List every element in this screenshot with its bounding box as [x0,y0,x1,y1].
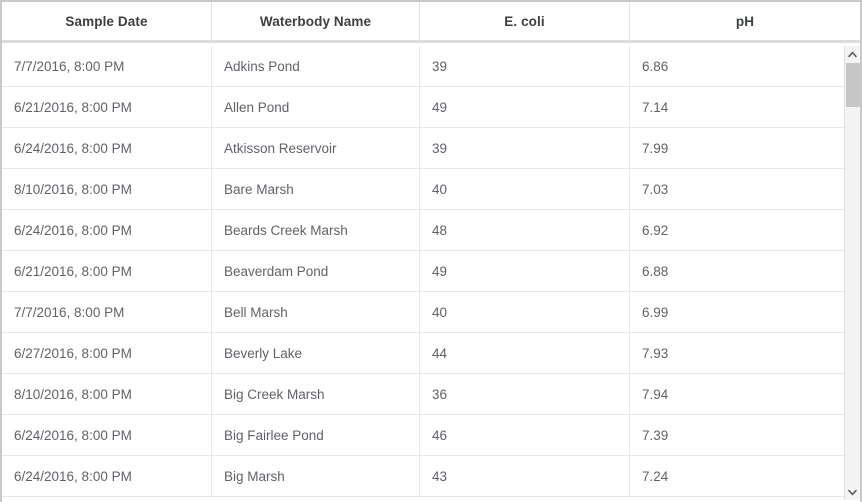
cell-sample_date: 6/21/2016, 8:00 PM [2,87,212,127]
cell-sample_date: 8/10/2016, 8:00 PM [2,169,212,209]
table-row[interactable]: 8/10/2016, 8:00 PM Big Creek Marsh 36 7.94 [2,374,860,415]
table-row[interactable]: 6/24/2016, 8:00 PM Big Marsh 43 7.24 [2,456,860,497]
column-header-waterbody-name[interactable]: Waterbody Name [212,2,420,40]
cell-ph: 7.94 [642,386,669,402]
cell-waterbody_name: Beards Creek Marsh [212,210,420,250]
cell-waterbody_name: Beaverdam Pond [212,251,420,291]
cell-e_coli: 40 [420,292,630,332]
cell-ph: 7.93 [642,345,669,361]
cell-ph: 6.99 [642,304,669,320]
cell-waterbody_name: Atkisson Reservoir [212,128,420,168]
table-row[interactable]: 6/21/2016, 8:00 PM Allen Pond 49 7.14 [2,87,860,128]
cell-ph: 7.24 [642,468,669,484]
cell-e_coli: 39 [420,128,630,168]
cell-sample_date: 6/21/2016, 8:00 PM [2,251,212,291]
cell-e_coli: 49 [420,251,630,291]
cell-waterbody_name: Allen Pond [212,87,420,127]
cell-sample_date: 6/24/2016, 8:00 PM [2,415,212,455]
table-header-row: Sample Date Waterbody Name E. coli pH [2,2,860,43]
table-row[interactable]: 6/24/2016, 8:00 PM Beards Creek Marsh 48 6.… [2,210,860,251]
cell-e_coli: 44 [420,333,630,373]
chevron-up-icon [848,51,857,58]
cell-ph: 7.99 [642,140,669,156]
cell-sample_date: 6/24/2016, 8:00 PM [2,456,212,496]
cell-sample_date: 6/24/2016, 8:00 PM [2,210,212,250]
cell-e_coli: 49 [420,87,630,127]
table-row[interactable]: 6/27/2016, 8:00 PM Beverly Lake 44 7.93 [2,333,860,374]
cell-waterbody_name: Beverly Lake [212,333,420,373]
table-row[interactable]: 7/7/2016, 8:00 PM Adkins Pond 39 6.86 [2,46,860,87]
cell-ph: 7.14 [642,99,669,115]
data-grid-panel: Sample Date Waterbody Name E. coli pH 7/… [0,0,862,502]
cell-e_coli: 39 [420,46,630,86]
vertical-scrollbar[interactable] [844,46,860,500]
cell-e_coli: 48 [420,210,630,250]
table-body[interactable]: 7/7/2016, 8:00 PM Adkins Pond 39 6.86 6/21/2… [2,46,860,500]
chevron-down-icon [848,489,857,496]
cell-waterbody_name: Big Marsh [212,456,420,496]
table-row[interactable]: 6/21/2016, 8:00 PM Beaverdam Pond 49 6.88 [2,251,860,292]
cell-sample_date: 6/27/2016, 8:00 PM [2,333,212,373]
column-header-ph[interactable]: pH [630,2,860,40]
table-row[interactable]: 7/7/2016, 8:00 PM Bell Marsh 40 6.99 [2,292,860,333]
cell-sample_date: 7/7/2016, 8:00 PM [2,46,212,86]
cell-waterbody_name: Big Fairlee Pond [212,415,420,455]
cell-waterbody_name: Big Creek Marsh [212,374,420,414]
cell-ph: 7.39 [642,427,669,443]
cell-e_coli: 43 [420,456,630,496]
scrollbar-thumb[interactable] [846,63,860,107]
cell-ph: 6.88 [642,263,669,279]
column-header-sample-date[interactable]: Sample Date [2,2,212,40]
table-row[interactable]: 6/24/2016, 8:00 PM Atkisson Reservoir 39 7.… [2,128,860,169]
cell-ph: 6.92 [642,222,669,238]
table-row[interactable]: 8/10/2016, 8:00 PM Bare Marsh 40 7.03 [2,169,860,210]
scroll-down-button[interactable] [845,484,860,500]
cell-waterbody_name: Adkins Pond [212,46,420,86]
cell-sample_date: 8/10/2016, 8:00 PM [2,374,212,414]
table-row[interactable]: 6/24/2016, 8:00 PM Big Fairlee Pond 46 7.39 [2,415,860,456]
cell-e_coli: 46 [420,415,630,455]
cell-e_coli: 36 [420,374,630,414]
cell-sample_date: 6/24/2016, 8:00 PM [2,128,212,168]
cell-sample_date: 7/7/2016, 8:00 PM [2,292,212,332]
column-header-e-coli[interactable]: E. coli [420,2,630,40]
cell-waterbody_name: Bell Marsh [212,292,420,332]
cell-e_coli: 40 [420,169,630,209]
cell-waterbody_name: Bare Marsh [212,169,420,209]
cell-ph: 7.03 [642,181,669,197]
cell-ph: 6.86 [642,58,669,74]
scroll-up-button[interactable] [845,46,860,62]
